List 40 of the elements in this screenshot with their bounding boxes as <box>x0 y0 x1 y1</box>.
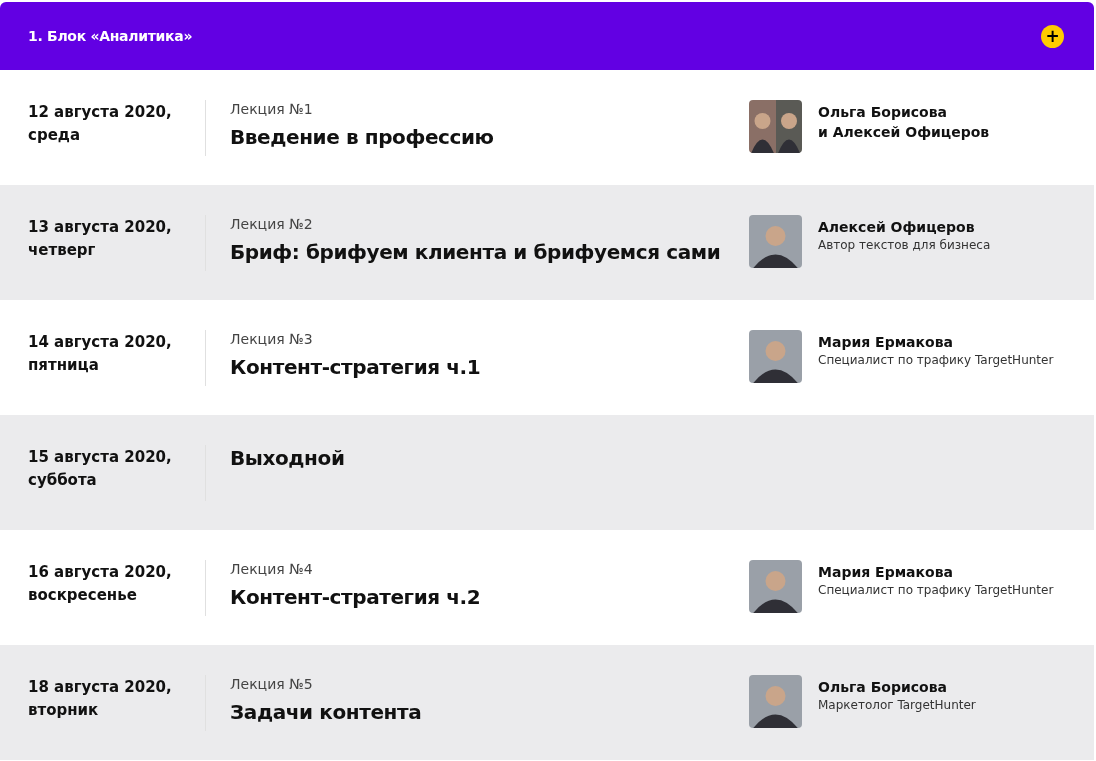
lecture-number: Лекция №1 <box>230 100 314 118</box>
speaker-role: Маркетолог TargetHunter <box>818 697 976 713</box>
lecture-date: 13 августа 2020, <box>28 217 173 238</box>
speaker-role: Автор текстов для бизнеса <box>818 237 991 253</box>
lecture-weekday: суббота <box>28 470 98 491</box>
speaker-name: Алексей Офицеров <box>818 218 976 237</box>
lecture-number: Лекция №5 <box>230 675 314 693</box>
avatar <box>749 675 802 728</box>
avatar <box>749 560 802 613</box>
block-title: 1. Блок «Аналитика» <box>28 26 193 46</box>
speaker-role: Специалист по трафику TargetHunter <box>818 582 1054 598</box>
avatar <box>749 330 802 383</box>
speaker-name: Мария Ермакова <box>818 563 954 582</box>
avatar <box>749 215 802 268</box>
lecture-title: Выходной <box>230 445 346 471</box>
speaker-name: и Алексей Офицеров <box>818 123 990 142</box>
lecture-date: 18 августа 2020, <box>28 677 173 698</box>
lecture-date: 15 августа 2020, <box>28 447 173 468</box>
lecture-number: Лекция №4 <box>230 560 314 578</box>
lecture-date: 14 августа 2020, <box>28 332 173 353</box>
lecture-title: Бриф: брифуем клиента и брифуемся сами <box>230 239 722 265</box>
avatar <box>749 100 802 153</box>
lecture-number: Лекция №3 <box>230 330 314 348</box>
lecture-title: Задачи контента <box>230 699 423 725</box>
speaker-name: Мария Ермакова <box>818 333 954 352</box>
lecture-weekday: воскресенье <box>28 585 138 606</box>
speaker-role: Специалист по трафику TargetHunter <box>818 352 1054 368</box>
lecture-title: Контент-стратегия ч.2 <box>230 584 482 610</box>
lecture-date: 16 августа 2020, <box>28 562 173 583</box>
speaker-name: Ольга Борисова <box>818 103 948 122</box>
lecture-weekday: среда <box>28 125 82 146</box>
lecture-weekday: пятница <box>28 355 100 376</box>
lecture-title: Контент-стратегия ч.1 <box>230 354 482 380</box>
expand-button[interactable]: + <box>1041 24 1064 48</box>
lecture-date: 12 августа 2020, <box>28 102 173 123</box>
lecture-weekday: четверг <box>28 240 97 261</box>
lecture-number: Лекция №2 <box>230 215 314 233</box>
lecture-weekday: вторник <box>28 700 100 721</box>
speaker-name: Ольга Борисова <box>818 678 948 697</box>
lecture-title: Введение в профессию <box>230 124 495 150</box>
